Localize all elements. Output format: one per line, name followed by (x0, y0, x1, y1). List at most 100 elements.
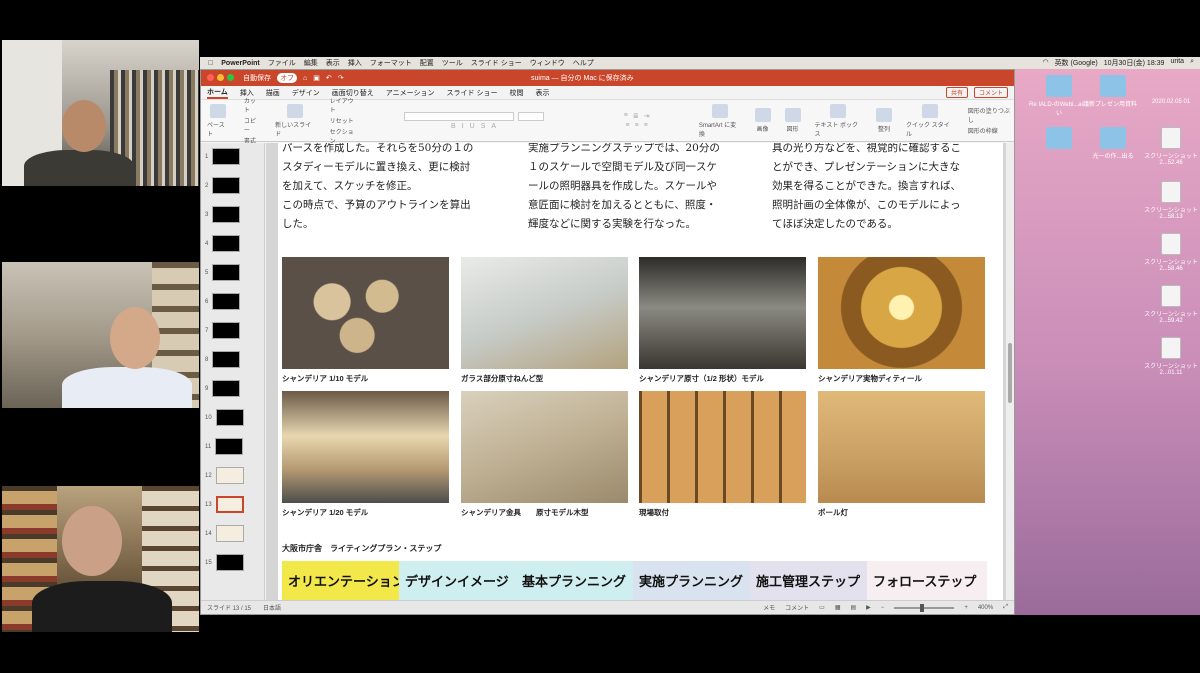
vertical-scrollbar[interactable] (1006, 143, 1014, 600)
thumbnail-item[interactable]: 4 (205, 235, 241, 252)
align-center-icon[interactable]: ≡ (635, 122, 639, 129)
thumbnail-item[interactable]: 1 (205, 148, 241, 165)
picture-button[interactable]: 画像 (754, 108, 771, 133)
font-size-dropdown[interactable] (517, 111, 544, 121)
thumbnail-item[interactable]: 10 (205, 409, 244, 426)
thumbnail-item[interactable]: 11 (205, 438, 244, 455)
bullets-icon[interactable]: ≡ (624, 112, 628, 120)
thumbnail-item[interactable]: 7 (205, 322, 241, 339)
normal-view-icon[interactable]: ▭ (819, 604, 825, 611)
menu-edit[interactable]: 編集 (304, 58, 318, 68)
thumbnail-item[interactable]: 12 (205, 467, 244, 484)
thumbnail-item[interactable]: 5 (205, 264, 241, 281)
menu-help[interactable]: ヘルプ (573, 58, 594, 68)
video-tile-participant-2[interactable] (2, 262, 199, 408)
tab-slideshow[interactable]: スライド ショー (447, 88, 498, 98)
fit-to-window-icon[interactable]: ⤢ (1003, 604, 1008, 611)
video-tile-participant-1[interactable] (2, 40, 199, 186)
photo-chandelier-detail[interactable] (818, 257, 985, 369)
step-orientation[interactable]: オリエンテーション (282, 561, 399, 600)
menu-file[interactable]: ファイル (268, 58, 296, 68)
desktop-folder[interactable]: 2020.02.05 01 (1141, 75, 1200, 105)
menu-tools[interactable]: ツール (442, 58, 463, 68)
text-column-3[interactable]: 具の光り方などを、視覚的に確認するこ とができ、プレゼンテーションに大きな 効果… (772, 143, 987, 234)
copy-button[interactable]: コピー (244, 116, 261, 134)
slide-editor[interactable]: パースを作成した。それらを50分の１の スタディーモデルに置き換え、更に検討 を… (266, 143, 1014, 600)
user-name[interactable]: urita (1170, 58, 1184, 68)
maximize-icon[interactable] (227, 73, 234, 81)
desktop-file[interactable]: スクリーンショット 2...01.11 (1141, 337, 1200, 376)
desktop-folder[interactable] (1029, 127, 1089, 151)
wifi-icon[interactable]: ◠ (1042, 58, 1048, 68)
photo-fixture-wood-mold[interactable] (461, 391, 628, 503)
comment-button[interactable]: コメント (973, 87, 1008, 98)
step-execution-planning[interactable]: 実施プランニング (633, 561, 750, 600)
scroll-thumb[interactable] (1008, 343, 1012, 403)
slide-sorter-icon[interactable]: ▦ (835, 604, 841, 611)
new-slide-button[interactable]: 新しいスライド (275, 103, 315, 138)
redo-icon[interactable]: ↷ (338, 74, 344, 82)
font-color-icon[interactable]: A (491, 123, 496, 130)
desktop-folder[interactable]: 光一の作...出る (1083, 127, 1143, 160)
desktop-folder[interactable]: 新プレゼン用資料 (1083, 75, 1143, 108)
desktop-file[interactable]: スクリーンショット 2...58.46 (1141, 233, 1200, 272)
paste-button[interactable]: ペースト (207, 103, 230, 138)
reset-button[interactable]: リセット (330, 116, 354, 125)
font-family-dropdown[interactable] (403, 111, 514, 121)
photo-chandelier-20-model[interactable] (282, 391, 449, 503)
layout-button[interactable]: レイアウト (330, 96, 359, 114)
underline-icon[interactable]: U (470, 123, 475, 130)
language-indicator[interactable]: 日本語 (263, 603, 281, 612)
autosave-toggle[interactable]: オフ (277, 73, 297, 83)
text-column-1[interactable]: パースを作成した。それらを50分の１の スタディーモデルに置き換え、更に検討 を… (282, 143, 497, 234)
clock[interactable]: 10月30日(金) 18:39 (1104, 58, 1165, 68)
thumbnail-item[interactable]: 14 (205, 525, 244, 542)
photo-full-scale-model[interactable] (639, 257, 806, 369)
comments-button[interactable]: コメント (785, 603, 809, 612)
step-design-image[interactable]: デザインイメージ (399, 561, 516, 600)
zoom-slider[interactable] (894, 603, 955, 612)
bold-icon[interactable]: B (451, 123, 456, 130)
photo-site-installation[interactable] (639, 391, 806, 503)
align-right-icon[interactable]: ≡ (644, 122, 648, 129)
thumbnail-item[interactable]: 15 (205, 554, 244, 571)
align-left-icon[interactable]: ≡ (626, 122, 630, 129)
thumbnail-item[interactable]: 3 (205, 206, 241, 223)
app-menu[interactable]: PowerPoint (221, 60, 260, 67)
photo-pole-light[interactable] (818, 391, 985, 503)
zoom-in-icon[interactable]: + (964, 605, 968, 611)
desktop-folder[interactable]: Re IALD-のWebi...ai議い (1029, 75, 1089, 117)
thumbnail-item[interactable]: 8 (205, 351, 241, 368)
minimize-icon[interactable] (217, 73, 224, 81)
thumbnail-item[interactable]: 2 (205, 177, 241, 194)
video-tile-participant-3[interactable] (2, 486, 199, 632)
undo-icon[interactable]: ↶ (326, 74, 332, 82)
slideshow-icon[interactable]: ▶ (866, 604, 871, 611)
shape-outline-button[interactable]: 図形の枠線 (968, 126, 998, 135)
zoom-out-icon[interactable]: − (881, 605, 885, 611)
textbox-button[interactable]: テキスト ボックス (815, 103, 862, 138)
input-source[interactable]: 英数 (Google) (1055, 58, 1098, 68)
quick-styles-button[interactable]: クイック スタイル (906, 103, 954, 138)
text-column-2[interactable]: 実施プランニングステップでは、20分の １のスケールで空間モデル及び同一スケ ー… (528, 143, 743, 234)
tab-view[interactable]: 表示 (535, 88, 549, 98)
menu-arrange[interactable]: 配置 (420, 58, 434, 68)
apple-icon[interactable]:  (208, 60, 213, 67)
search-icon[interactable]: ⌕ (1190, 58, 1194, 68)
close-icon[interactable] (207, 73, 214, 81)
photo-glass-clay-mold[interactable] (461, 257, 628, 369)
step-basic-planning[interactable]: 基本プランニング (516, 561, 633, 600)
menu-insert[interactable]: 挿入 (348, 58, 362, 68)
shape-fill-button[interactable]: 図形の塗りつぶし (968, 106, 1014, 124)
shapes-button[interactable]: 図形 (784, 108, 801, 133)
numbering-icon[interactable]: ≣ (633, 112, 639, 120)
menu-view[interactable]: 表示 (326, 58, 340, 68)
home-icon[interactable]: ⌂ (303, 75, 307, 82)
menu-window[interactable]: ウィンドウ (530, 58, 565, 68)
notes-button[interactable]: メモ (763, 603, 775, 612)
reading-view-icon[interactable]: ▤ (851, 604, 857, 611)
desktop-file[interactable]: スクリーンショット 2...52.46 (1141, 127, 1200, 166)
menu-format[interactable]: フォーマット (370, 58, 412, 68)
desktop-file[interactable]: スクリーンショット 2...58.13 (1141, 181, 1200, 220)
step-construction-management[interactable]: 施工管理ステップ (750, 561, 867, 600)
